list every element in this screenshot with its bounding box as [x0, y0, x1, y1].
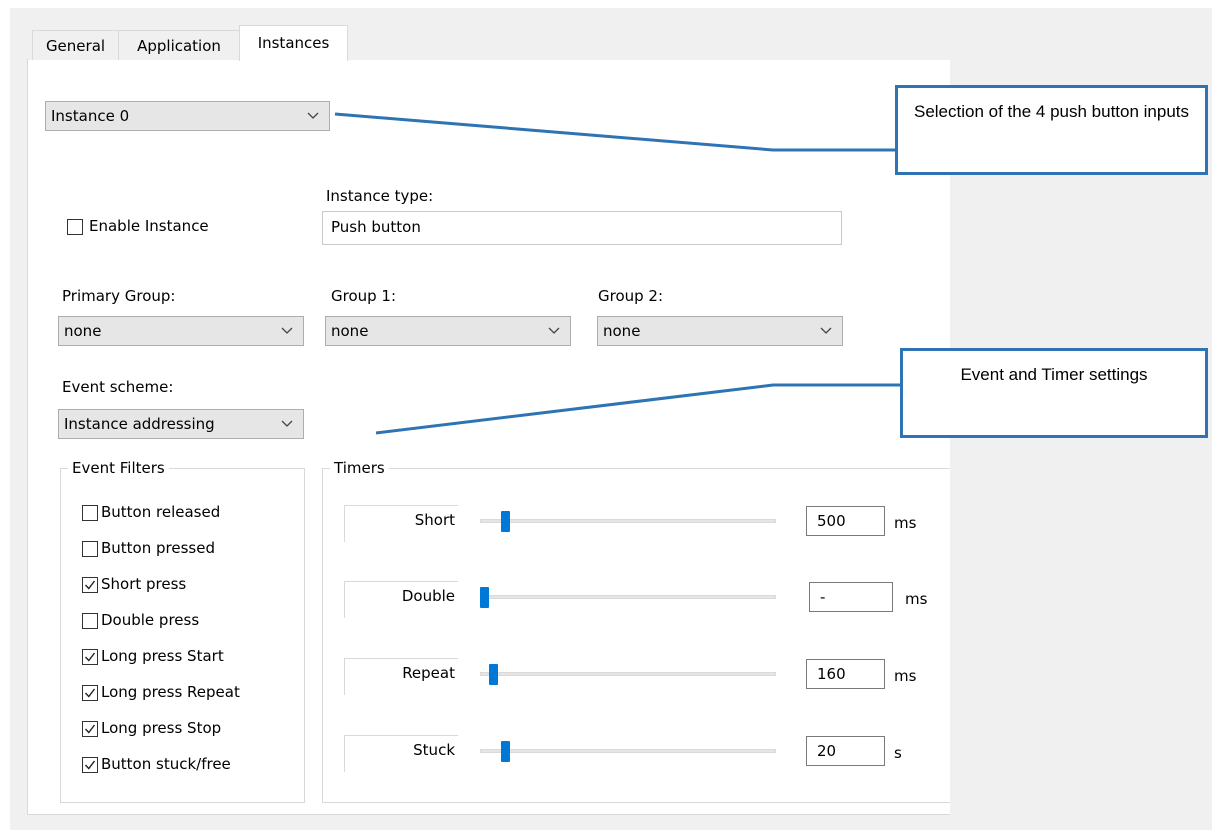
tab-instances[interactable]: Instances — [239, 25, 348, 61]
callout-line-selection — [334, 112, 897, 152]
callout-events: Event and Timer settings — [900, 348, 1208, 438]
callout-line-events — [375, 383, 902, 435]
callout-selection: Selection of the 4 push button inputs — [895, 85, 1208, 175]
